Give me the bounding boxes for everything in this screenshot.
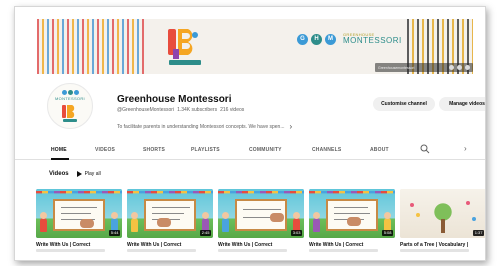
video-card[interactable]: 1:37 Parts of a Tree | Vocabulary | bbox=[400, 189, 485, 252]
board-line bbox=[334, 213, 370, 214]
thumbnail-figure bbox=[131, 212, 138, 232]
tab-home[interactable]: HOME bbox=[51, 147, 67, 153]
youtube-icon[interactable] bbox=[465, 65, 470, 70]
channel-banner: G H M GREENHOUSE MONTESSORI Greenhousemo… bbox=[37, 19, 473, 74]
thumbnail-board bbox=[53, 199, 105, 231]
board-line bbox=[152, 213, 184, 214]
tab-channels[interactable]: CHANNELS bbox=[312, 147, 341, 153]
video-count: 216 videos bbox=[220, 107, 245, 113]
video-title[interactable]: Parts of a Tree | Vocabulary | bbox=[400, 242, 485, 248]
facebook-icon[interactable] bbox=[449, 65, 454, 70]
video-duration: 5:08 bbox=[382, 230, 393, 236]
section-title: Videos bbox=[49, 171, 69, 177]
video-title-line2 bbox=[36, 249, 105, 252]
manage-videos-button[interactable]: Manage videos bbox=[439, 97, 485, 111]
thumbnail-hand bbox=[157, 218, 171, 227]
thumbnail-figure bbox=[222, 212, 229, 232]
channel-avatar[interactable]: MONTESSORI bbox=[47, 83, 93, 129]
logo-text: GREENHOUSE MONTESSORI bbox=[343, 33, 402, 45]
thumbnail-tree-trunk bbox=[441, 219, 445, 233]
board-line bbox=[61, 207, 97, 208]
channel-tabs: HOME VIDEOS SHORTS PLAYLISTS COMMUNITY C… bbox=[15, 144, 485, 160]
banner-links[interactable]: Greenhousemontessori bbox=[375, 63, 473, 72]
channel-meta: @GreenhouseMontessori 1.34K subscribers … bbox=[117, 107, 244, 113]
video-title-line2 bbox=[218, 249, 287, 252]
avatar-dot-m bbox=[73, 89, 79, 95]
video-thumbnail[interactable]: 2:45 bbox=[127, 189, 213, 238]
video-title[interactable]: Write With Us | Correct bbox=[309, 242, 395, 248]
video-thumbnail[interactable]: 5:08 bbox=[309, 189, 395, 238]
tab-shorts[interactable]: SHORTS bbox=[143, 147, 165, 153]
tab-videos[interactable]: VIDEOS bbox=[95, 147, 115, 153]
video-title[interactable]: Write With Us | Correct bbox=[36, 242, 122, 248]
channel-name: Greenhouse Montessori bbox=[117, 94, 232, 105]
logo-letter-m: M bbox=[325, 33, 336, 45]
tab-community[interactable]: COMMUNITY bbox=[249, 147, 282, 153]
play-all-button[interactable]: Play all bbox=[76, 171, 101, 177]
thumbnail-flower bbox=[472, 217, 476, 221]
channel-description[interactable]: To facilitate parents in understanding M… bbox=[117, 122, 292, 131]
banner-stripes-left bbox=[37, 19, 145, 74]
board-line bbox=[334, 207, 368, 208]
video-title-line2 bbox=[127, 249, 196, 252]
thumbnail-figure bbox=[40, 212, 47, 232]
video-title[interactable]: Write With Us | Correct bbox=[218, 242, 304, 248]
youtube-channel-window: G H M GREENHOUSE MONTESSORI Greenhousemo… bbox=[14, 6, 486, 261]
video-title[interactable]: Write With Us | Correct bbox=[127, 242, 213, 248]
thumbnail-hand bbox=[347, 217, 361, 226]
video-card[interactable]: 5:08 Write With Us | Correct bbox=[309, 189, 395, 252]
video-duration: 5:44 bbox=[109, 230, 120, 236]
logo-letter-h: H bbox=[311, 33, 322, 45]
video-thumbnail[interactable]: 1:37 bbox=[400, 189, 485, 238]
video-duration: 3:03 bbox=[291, 230, 302, 236]
avatar-dots bbox=[61, 89, 79, 95]
subscriber-count: 1.34K subscribers bbox=[177, 107, 218, 113]
play-all-label[interactable]: Play all bbox=[85, 171, 101, 177]
banner-link-text[interactable]: Greenhousemontessori bbox=[378, 66, 446, 70]
thumbnail-hand bbox=[80, 219, 94, 228]
video-thumbnail[interactable]: 3:03 bbox=[218, 189, 304, 238]
logo-letter-g: G bbox=[297, 33, 308, 45]
thumbnail-flower bbox=[410, 203, 414, 207]
avatar-dot-h bbox=[67, 89, 73, 95]
customise-channel-button[interactable]: Customise channel bbox=[373, 97, 435, 111]
board-line bbox=[61, 213, 91, 214]
chevron-right-icon[interactable]: › bbox=[464, 144, 467, 153]
greenhouse-montessori-logo: G H M GREENHOUSE MONTESSORI bbox=[297, 33, 402, 45]
playgroup-logo bbox=[168, 29, 201, 65]
video-title-line2 bbox=[309, 249, 378, 252]
video-thumbnail[interactable]: 5:44 bbox=[36, 189, 122, 238]
thumbnail-hand bbox=[270, 213, 284, 222]
tab-about[interactable]: ABOUT bbox=[370, 147, 389, 153]
avatar-playgroup-logo bbox=[62, 104, 77, 122]
logo-name: MONTESSORI bbox=[343, 36, 402, 45]
videos-section-header: Videos Play all bbox=[49, 171, 101, 177]
board-line bbox=[243, 209, 281, 210]
thumbnail-figure bbox=[313, 212, 320, 232]
search-icon[interactable] bbox=[420, 144, 430, 154]
thumbnail-flower bbox=[416, 213, 420, 217]
instagram-icon[interactable] bbox=[457, 65, 462, 70]
video-title-line2 bbox=[400, 249, 469, 252]
thumbnail-board bbox=[326, 199, 378, 231]
board-line bbox=[152, 207, 190, 208]
thumbnail-board bbox=[144, 199, 196, 231]
tab-playlists[interactable]: PLAYLISTS bbox=[191, 147, 220, 153]
avatar-dot-g bbox=[61, 89, 67, 95]
description-text[interactable]: To facilitate parents in understanding M… bbox=[117, 124, 285, 130]
avatar-label: MONTESSORI bbox=[55, 95, 85, 101]
video-card[interactable]: 3:03 Write With Us | Correct bbox=[218, 189, 304, 252]
video-card[interactable]: 2:45 Write With Us | Correct bbox=[127, 189, 213, 252]
video-duration: 2:45 bbox=[200, 230, 211, 236]
chevron-right-icon[interactable]: › bbox=[290, 122, 293, 131]
video-card[interactable]: 5:44 Write With Us | Correct bbox=[36, 189, 122, 252]
active-tab-indicator bbox=[51, 158, 69, 160]
thumbnail-flower bbox=[466, 201, 470, 205]
channel-handle: @GreenhouseMontessori bbox=[117, 107, 175, 113]
video-duration: 1:37 bbox=[473, 230, 484, 236]
play-icon bbox=[76, 171, 82, 177]
